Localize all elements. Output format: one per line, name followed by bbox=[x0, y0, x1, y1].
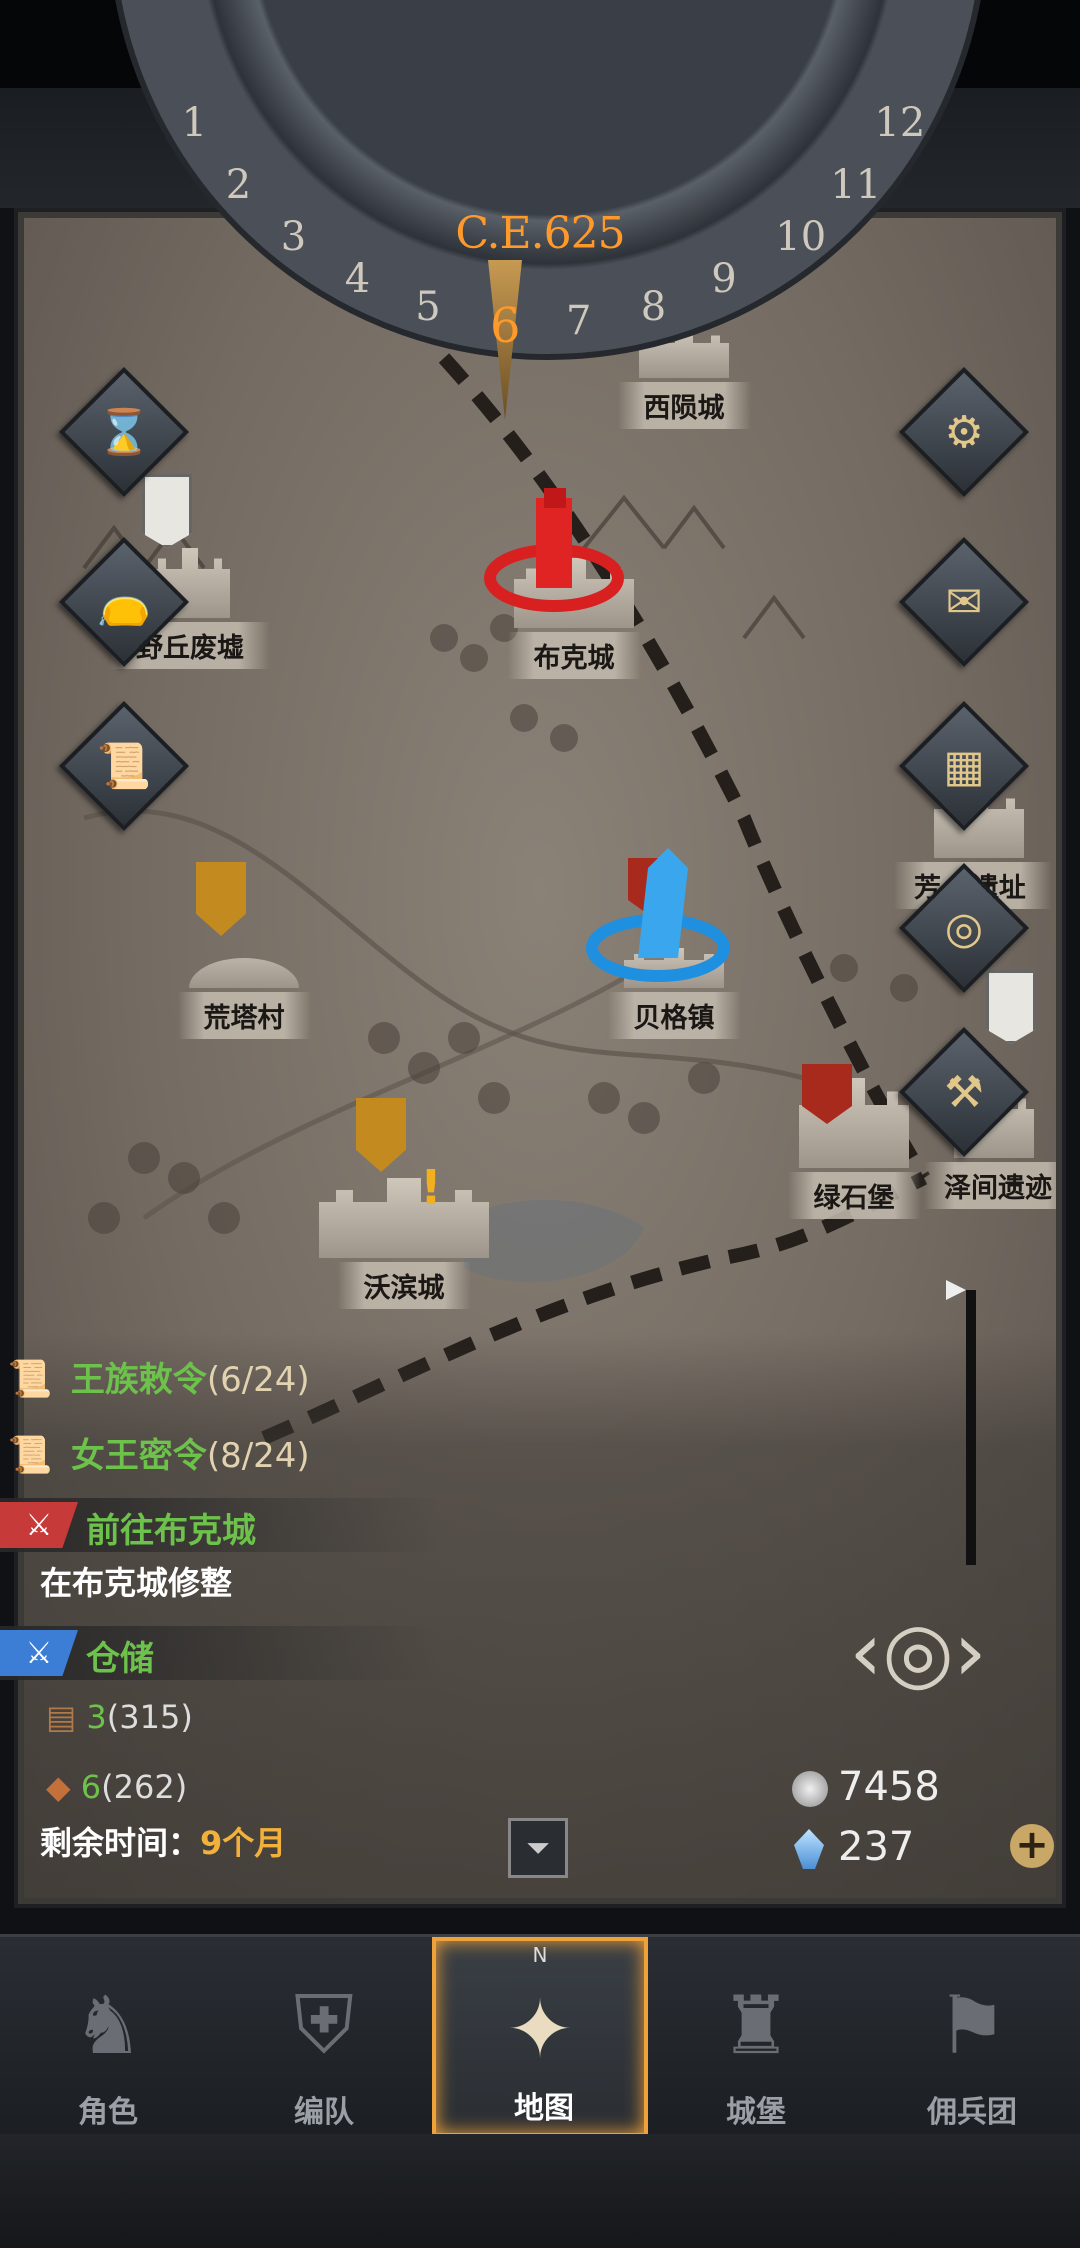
swords-icon: ⚔ bbox=[0, 1630, 78, 1676]
tab-label: 角色 bbox=[78, 2095, 138, 2130]
helmet-hammer-icon: ⚒ bbox=[944, 1066, 984, 1118]
month-4: 4 bbox=[344, 255, 371, 302]
tab-map[interactable]: N ✦ 地图 bbox=[432, 1937, 648, 2137]
quest-name: 王族敕令 bbox=[70, 1360, 207, 1400]
red-army-marker-icon bbox=[484, 488, 624, 612]
month-8: 8 bbox=[640, 283, 667, 330]
scroll-icon: 📜 bbox=[7, 1435, 53, 1476]
place-huangta[interactable]: 荒塔村 bbox=[124, 938, 364, 1039]
quest-queen-order[interactable]: 📜 女王密令(8/24) bbox=[0, 1428, 310, 1477]
resource-cap: (262) bbox=[101, 1768, 188, 1806]
place-label: 西陨城 bbox=[617, 382, 751, 429]
task-title: 前往布克城 bbox=[86, 1511, 256, 1551]
target-icon: ‹◎› bbox=[849, 1604, 987, 1700]
task-storage[interactable]: ⚔ 仓储 bbox=[0, 1626, 440, 1680]
helmet-icon: ⛨ bbox=[294, 1978, 354, 2071]
tab-label: 地图 bbox=[514, 2091, 574, 2126]
compass-north: N bbox=[532, 1943, 548, 1967]
resource-cap: (315) bbox=[106, 1698, 193, 1736]
place-label: 泽间遗迹 bbox=[924, 1162, 1056, 1209]
quest-royal-edict[interactable]: 📜 王族敕令(6/24) bbox=[0, 1352, 310, 1401]
calendar-year: C.E.625 bbox=[455, 208, 625, 259]
tab-label: 编队 bbox=[294, 2095, 354, 2130]
home-indicator-band bbox=[0, 2134, 1080, 2248]
silver-counter: 7458 bbox=[792, 1764, 940, 1810]
tab-mercenary[interactable]: ⚑ 佣兵团 bbox=[864, 1937, 1080, 2137]
collapse-button[interactable]: ⏷ bbox=[508, 1818, 568, 1878]
bag-icon: 👝 bbox=[96, 577, 152, 628]
quest-count: (6/24) bbox=[206, 1360, 310, 1400]
city-icon bbox=[319, 1178, 489, 1258]
silver-coin-icon bbox=[792, 1771, 828, 1807]
place-label: 荒塔村 bbox=[177, 992, 311, 1039]
month-6: 6 bbox=[489, 298, 521, 355]
tab-role[interactable]: ♞ 角色 bbox=[0, 1937, 216, 2137]
alert-icon: ! bbox=[420, 1160, 442, 1216]
place-label: 绿石堡 bbox=[787, 1172, 921, 1219]
scroll-icon: 📜 bbox=[7, 1359, 53, 1400]
timer-label: 剩余时间： bbox=[40, 1824, 201, 1862]
locate-button[interactable]: ‹◎› bbox=[838, 1600, 998, 1704]
crystal-value: 237 bbox=[838, 1824, 915, 1870]
wood-icon: ▤ bbox=[46, 1698, 77, 1736]
grid-icon: ▦ bbox=[943, 740, 985, 792]
month-7: 7 bbox=[566, 298, 592, 345]
month-5: 5 bbox=[415, 283, 441, 330]
tab-castle[interactable]: ♜ 城堡 bbox=[648, 1937, 864, 2137]
village-icon bbox=[189, 958, 299, 988]
place-label: 布克城 bbox=[507, 632, 641, 679]
tab-label: 佣兵团 bbox=[927, 2095, 1017, 2130]
resource-ore: ◆ 6(262) bbox=[46, 1768, 187, 1806]
add-crystal-button[interactable]: + bbox=[1010, 1824, 1054, 1868]
compass-icon: ✦ bbox=[506, 1982, 574, 2076]
month-1: 1 bbox=[181, 100, 208, 146]
knight-icon: ♞ bbox=[72, 1978, 144, 2072]
place-woobin[interactable]: 沃滨城 bbox=[274, 1178, 534, 1309]
white-flag-icon bbox=[142, 474, 192, 548]
place-label: 贝格镇 bbox=[607, 992, 741, 1039]
crystal-icon bbox=[794, 1829, 824, 1869]
month-9: 9 bbox=[711, 255, 737, 302]
envelope-icon: ✉ bbox=[945, 576, 983, 628]
quest-count: (8/24) bbox=[206, 1436, 310, 1476]
month-11: 11 bbox=[830, 161, 882, 208]
castle-icon: ♜ bbox=[720, 1978, 792, 2072]
gear-icon: ⚙ bbox=[944, 406, 984, 458]
month-10: 10 bbox=[775, 214, 827, 261]
task-goto-buke[interactable]: ⚔ 前往布克城 bbox=[0, 1498, 440, 1552]
task-description: 在布克城修整 bbox=[40, 1564, 233, 1602]
month-3: 3 bbox=[280, 214, 307, 261]
coin-icon: ◎ bbox=[944, 902, 984, 954]
scroll-icon: 📜 bbox=[96, 741, 152, 792]
remaining-time: 剩余时间：9个月 bbox=[40, 1818, 286, 1864]
side-scroll-bar[interactable] bbox=[966, 1290, 976, 1565]
task-title: 仓储 bbox=[86, 1639, 154, 1679]
banner-icon: ⚑ bbox=[936, 1978, 1008, 2072]
swords-icon: ⚔ bbox=[0, 1502, 78, 1548]
hourglass-icon: ⌛ bbox=[96, 407, 152, 458]
blue-army-marker-icon bbox=[586, 848, 730, 982]
white-flag-icon bbox=[986, 970, 1036, 1044]
tab-label: 城堡 bbox=[726, 2095, 786, 2130]
place-label: 沃滨城 bbox=[337, 1262, 471, 1309]
bottom-nav: ♞ 角色 ⛨ 编队 N ✦ 地图 ♜ 城堡 ⚑ 佣兵团 bbox=[0, 1934, 1080, 2137]
month-12: 12 bbox=[874, 100, 926, 146]
collapse-icon: ⏷ bbox=[526, 1830, 550, 1866]
ore-icon: ◆ bbox=[46, 1768, 71, 1806]
tab-team[interactable]: ⛨ 编队 bbox=[216, 1937, 432, 2137]
crystal-counter: 237 bbox=[794, 1824, 914, 1870]
quest-name: 女王密令 bbox=[70, 1436, 207, 1476]
resource-value: 6 bbox=[80, 1768, 102, 1806]
timer-value: 9个月 bbox=[200, 1824, 287, 1862]
month-2: 2 bbox=[225, 161, 252, 208]
resource-wood: ▤ 3(315) bbox=[46, 1698, 193, 1736]
resource-value: 3 bbox=[86, 1698, 107, 1736]
silver-value: 7458 bbox=[838, 1764, 940, 1810]
